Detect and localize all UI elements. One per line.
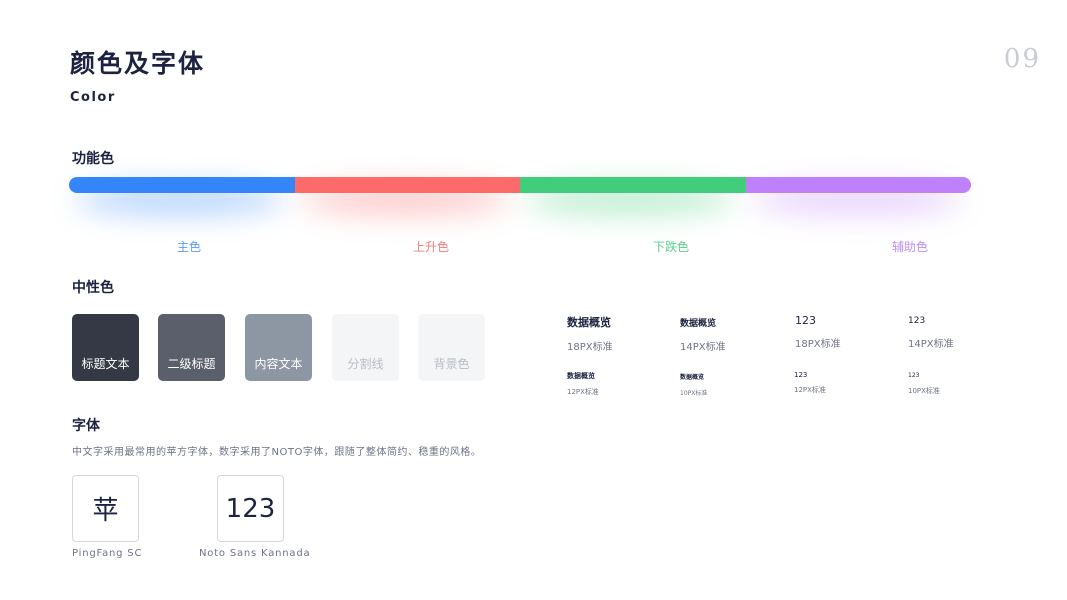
- neutral-color-heading: 中性色: [72, 280, 114, 296]
- font-heading: 字体: [72, 418, 100, 434]
- font-spec-sample: 数据概览: [567, 316, 611, 329]
- font-spec-sample: 数据概览: [680, 319, 717, 329]
- font-spec-sample: 123: [908, 372, 920, 379]
- auxiliary-color-segment: [745, 177, 971, 193]
- pingfang-sample-box: 苹: [72, 475, 139, 542]
- swatch-content-text: 内容文本: [245, 314, 312, 381]
- swatch-background: 背景色: [418, 314, 485, 381]
- font-spec-sample: 123: [908, 316, 926, 326]
- font-spec-sample: 数据概览: [680, 374, 705, 381]
- font-spec-item: 数据概览 14PX标准: [680, 316, 726, 353]
- functional-color-heading: 功能色: [72, 151, 114, 167]
- font-spec-desc: 12PX标准: [567, 388, 599, 396]
- fall-color-label: 下跌色: [652, 240, 689, 254]
- primary-color-segment: [69, 177, 295, 193]
- rise-color-segment: [294, 177, 520, 193]
- functional-color-bar: [69, 177, 971, 193]
- font-spec-item: 123 12PX标准: [794, 371, 826, 395]
- font-spec-item: 数据概览 18PX标准: [567, 314, 613, 353]
- font-spec-desc: 14PX标准: [908, 339, 954, 350]
- font-description: 中文字采用最常用的苹方字体，数字采用了NOTO字体，跟随了整体简约、稳重的风格。: [72, 447, 482, 458]
- font-spec-item: 数据概览 12PX标准: [567, 371, 599, 397]
- swatch-title-text: 标题文本: [72, 314, 139, 381]
- auxiliary-color-label: 辅助色: [891, 240, 928, 254]
- font-spec-item: 123 14PX标准: [908, 316, 954, 350]
- page-number: 09: [1003, 44, 1041, 74]
- font-spec-sample: 123: [795, 314, 816, 327]
- page-subtitle: Color: [70, 90, 116, 105]
- font-spec-desc: 10PX标准: [908, 387, 940, 395]
- rise-color-label: 上升色: [412, 240, 449, 254]
- font-spec-desc: 12PX标准: [794, 386, 826, 394]
- font-spec-sample: 123: [794, 371, 808, 379]
- font-spec-sample: 数据概览: [567, 372, 595, 380]
- noto-font-name: Noto Sans Kannada: [199, 548, 311, 559]
- font-spec-desc: 18PX标准: [795, 339, 841, 350]
- font-spec-item: 123 18PX标准: [795, 314, 841, 350]
- swatch-secondary-title: 二级标题: [158, 314, 225, 381]
- swatch-divider: 分割线: [332, 314, 399, 381]
- font-spec-desc: 10PX标准: [680, 390, 708, 397]
- page-title: 颜色及字体: [70, 49, 206, 78]
- font-spec-item: 数据概览 10PX标准: [680, 372, 707, 397]
- primary-color-label: 主色: [176, 240, 201, 254]
- font-spec-desc: 14PX标准: [680, 342, 726, 353]
- font-spec-desc: 18PX标准: [567, 342, 613, 353]
- pingfang-font-name: PingFang SC: [72, 548, 143, 559]
- font-spec-item: 123 10PX标准: [908, 372, 940, 396]
- noto-sample-box: 123: [217, 475, 284, 542]
- fall-color-segment: [520, 177, 746, 193]
